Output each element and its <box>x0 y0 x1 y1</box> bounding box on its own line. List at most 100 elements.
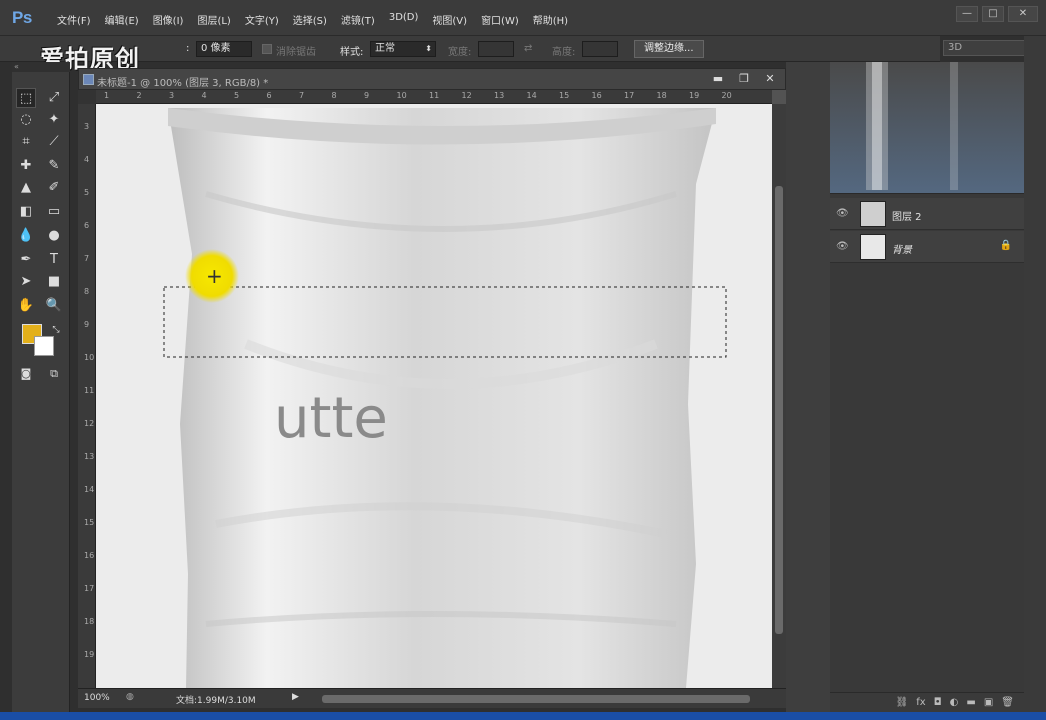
ruler-v-tick-label: 7 <box>84 254 90 263</box>
minimize-button[interactable]: — <box>956 6 978 22</box>
ruler-v-tick-label: 16 <box>84 551 95 560</box>
bag-label-text: utte <box>274 386 388 451</box>
zoom-level[interactable]: 100% <box>84 693 110 703</box>
ruler-h-tick-label: 6 <box>266 91 272 100</box>
bag-shape <box>168 108 716 688</box>
path-select-icon[interactable]: ➤ <box>16 272 36 292</box>
dodge-icon[interactable]: ● <box>44 226 64 246</box>
taskbar-strip <box>0 712 1046 720</box>
type-icon[interactable]: T <box>44 250 64 270</box>
menu-item-10[interactable]: 帮助(H) <box>526 12 575 27</box>
window-controls: — □ ✕ <box>956 6 1038 22</box>
collapse-icon[interactable]: « <box>12 62 70 72</box>
horizontal-ruler[interactable]: 1 2 3 4 5 6 7 8 9 10 11 12 13 14 15 16 17 18 19 20 <box>96 90 772 104</box>
ruler-v-tick-label: 3 <box>84 122 90 131</box>
options-bar: 爱拍原创 : 0 像素 消除锯齿 样式: 正常 ⬍ 宽度: ⇄ 高度: 调整边缘… <box>0 36 940 73</box>
swap-colors-icon[interactable]: ⤡ <box>46 320 66 340</box>
move-icon[interactable]: ⤢ <box>44 88 64 108</box>
layer-thumbnail <box>860 201 886 227</box>
healing-icon[interactable]: ✚ <box>16 156 36 176</box>
eye-icon[interactable]: 👁 <box>836 208 849 219</box>
delete-icon[interactable]: 🗑 <box>1001 697 1014 708</box>
layer-3-preview[interactable] <box>830 62 1024 194</box>
width-input[interactable] <box>478 41 514 57</box>
menu-item-8[interactable]: 视图(V) <box>425 12 474 27</box>
rect-marquee-icon[interactable]: ⬚ <box>16 88 36 108</box>
zoom-icon[interactable]: 🔍 <box>44 296 64 316</box>
add-mask-icon[interactable]: ◘ <box>934 697 942 708</box>
canvas[interactable]: + utte <box>96 104 772 688</box>
menu-item-5[interactable]: 选择(S) <box>286 12 334 27</box>
document-window: 未标题-1 @ 100% (图层 3, RGB/8) * ▬ ❐ ✕ 12345… <box>78 68 786 708</box>
menu-item-6[interactable]: 滤镜(T) <box>334 12 382 27</box>
menu-item-1[interactable]: 编辑(E) <box>98 12 146 27</box>
eye-icon[interactable]: 👁 <box>836 241 849 252</box>
menu-item-3[interactable]: 图层(L) <box>190 12 237 27</box>
ruler-h-tick-label: 10 <box>396 91 407 100</box>
close-button[interactable]: ✕ <box>1008 6 1038 22</box>
horizontal-scroll-thumb[interactable] <box>322 695 750 703</box>
status-menu-arrow[interactable]: ▶ <box>292 692 299 702</box>
menu-item-0[interactable]: 文件(F) <box>50 12 98 27</box>
hand-icon[interactable]: ✋ <box>16 296 36 316</box>
vertical-ruler[interactable]: 3 4 5 6 7 8 9 10 11 12 13 14 15 16 17 18 19 <box>78 104 96 688</box>
brush-icon[interactable]: ✎ <box>44 156 64 176</box>
status-bar: 100% ◍ 文档:1.99M/3.10M ▶ <box>78 688 786 708</box>
doc-restore-button[interactable]: ❐ <box>735 71 753 87</box>
vertical-scrollbar[interactable] <box>772 104 786 688</box>
layer-preview-image <box>866 62 958 190</box>
stamp-icon[interactable]: ▲ <box>16 178 36 198</box>
magic-wand-icon[interactable]: ✦ <box>44 110 64 130</box>
vertical-scroll-thumb[interactable] <box>775 186 783 634</box>
layer-row[interactable]: 👁 背景 🔒 <box>830 231 1024 263</box>
refine-edge-button[interactable]: 调整边缘... <box>634 40 704 58</box>
crop-icon[interactable]: ⌗ <box>16 132 36 152</box>
new-layer-icon[interactable]: ▣ <box>984 697 993 708</box>
feather-input[interactable]: 0 像素 <box>196 41 252 57</box>
shape-icon[interactable]: ■ <box>44 272 64 292</box>
gradient-icon[interactable]: ▭ <box>44 202 64 222</box>
ruler-h-tick-label: 16 <box>591 91 602 100</box>
quick-mask-icon[interactable]: ◙ <box>16 364 36 384</box>
screen-mode-icon[interactable]: ⧉ <box>44 364 64 384</box>
adjustment-icon[interactable]: ◐ <box>950 697 959 708</box>
style-select[interactable]: 正常 ⬍ <box>370 41 436 57</box>
globe-icon: ◍ <box>126 692 134 702</box>
crosshair-cursor-icon: + <box>206 264 223 288</box>
layer-row[interactable]: 👁 图层 2 <box>830 198 1024 230</box>
doc-minimize-button[interactable]: ▬ <box>709 71 727 87</box>
menu-item-9[interactable]: 窗口(W) <box>474 12 526 27</box>
eyedropper-icon[interactable]: ⟋ <box>44 132 64 152</box>
blur-icon[interactable]: 💧 <box>16 226 36 246</box>
menu-item-2[interactable]: 图像(I) <box>146 12 191 27</box>
document-icon <box>83 74 94 85</box>
ruler-h-tick-label: 20 <box>721 91 732 100</box>
lasso-icon[interactable]: ◌ <box>16 110 36 130</box>
lock-icon: 🔒 <box>999 240 1012 251</box>
height-input[interactable] <box>582 41 618 57</box>
ruler-h-tick-label: 2 <box>136 91 142 100</box>
group-icon[interactable]: ▬ <box>966 697 975 708</box>
fx-icon[interactable]: fx <box>916 697 925 708</box>
ruler-h-tick-label: 15 <box>559 91 570 100</box>
antialias-checkbox[interactable] <box>262 44 272 54</box>
menu-item-4[interactable]: 文字(Y) <box>238 12 286 27</box>
restore-button[interactable]: □ <box>982 6 1004 22</box>
link-layers-icon[interactable]: ⛓ <box>896 697 909 708</box>
swap-icon: ⇄ <box>524 43 533 54</box>
canvas-image: + utte <box>96 104 772 688</box>
ruler-h-tick-label: 4 <box>201 91 207 100</box>
ruler-h-tick-label: 11 <box>429 91 440 100</box>
history-brush-icon[interactable]: ✐ <box>44 178 64 198</box>
ruler-corner[interactable] <box>78 90 96 104</box>
eraser-icon[interactable]: ◧ <box>16 202 36 222</box>
panel-3d-dropdown[interactable]: 3D <box>943 40 1033 56</box>
pen-icon[interactable]: ✒ <box>16 250 36 270</box>
layer-thumbnail <box>860 234 886 260</box>
ruler-h-tick-label: 3 <box>169 91 175 100</box>
document-tab[interactable]: 未标题-1 @ 100% (图层 3, RGB/8) * ▬ ❐ ✕ <box>78 68 786 90</box>
tool-panel: « ⬚ ⤢ ◌ ✦ ⌗ ⟋ ✚ ✎ ▲ ✐ ◧ ▭ 💧 ● ✒ T ➤ ■ ✋ … <box>12 62 70 716</box>
menu-item-7[interactable]: 3D(D) <box>382 12 426 27</box>
doc-close-button[interactable]: ✕ <box>761 71 779 87</box>
right-dock-strip <box>1024 36 1046 712</box>
